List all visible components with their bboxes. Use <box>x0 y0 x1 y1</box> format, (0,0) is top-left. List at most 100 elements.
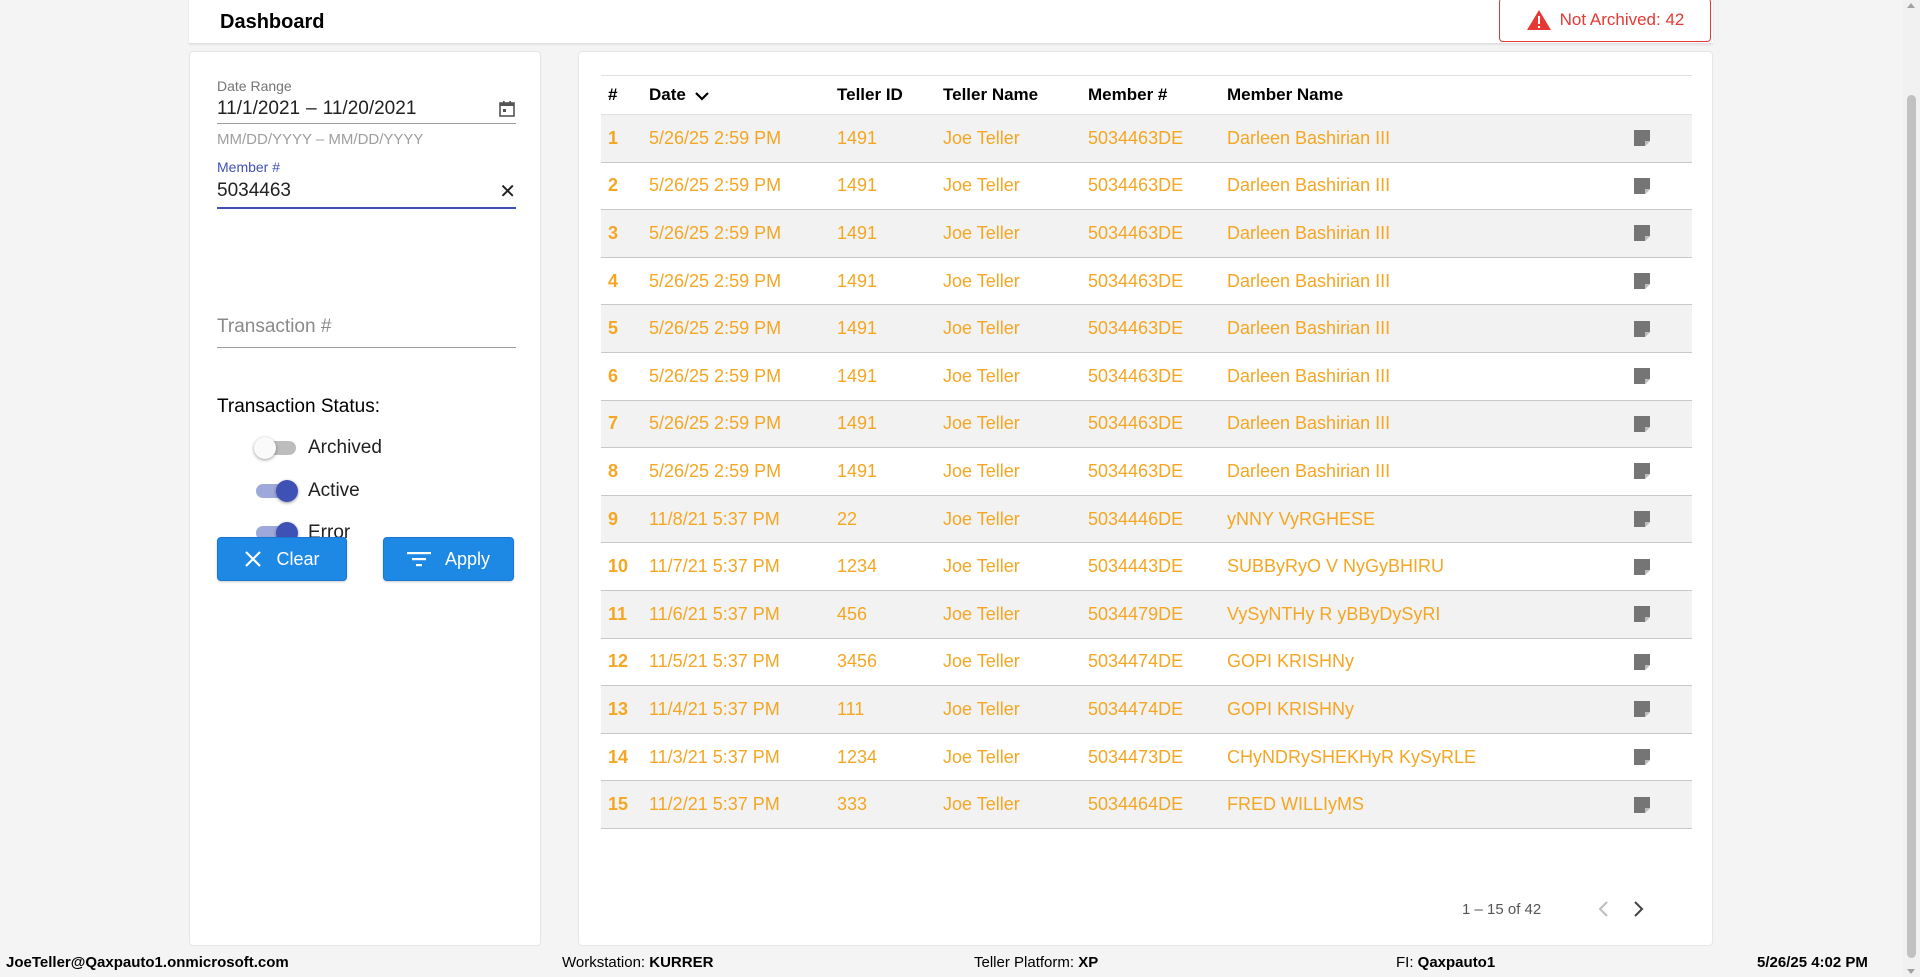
row-action[interactable] <box>1612 320 1672 338</box>
table-row[interactable]: 2 5/26/25 2:59 PM 1491 Joe Teller 5034463DE D… <box>601 163 1692 211</box>
row-action[interactable] <box>1612 653 1672 671</box>
row-action[interactable] <box>1612 177 1672 195</box>
transaction-number-input[interactable]: Transaction # <box>217 302 516 348</box>
col-header-member-name[interactable]: Member Name <box>1227 85 1612 105</box>
row-member-name: FRED WILLIyMS <box>1227 794 1365 815</box>
row-action[interactable] <box>1612 510 1672 528</box>
row-teller-id: 1491 <box>837 413 878 434</box>
table-row[interactable]: 11 11/6/21 5:37 PM 456 Joe Teller 5034479DE V… <box>601 590 1692 639</box>
row-teller-name: Joe Teller <box>943 270 1020 291</box>
col-header-date[interactable]: Date <box>649 85 837 105</box>
row-number: 15 <box>608 794 629 815</box>
row-action[interactable] <box>1612 129 1672 147</box>
col-header-teller-id[interactable]: Teller ID <box>837 85 943 105</box>
note-icon[interactable] <box>1633 605 1651 623</box>
table-row[interactable]: 8 5/26/25 2:59 PM 1491 Joe Teller 5034463DE D… <box>601 448 1692 496</box>
toggle-active-row[interactable]: Active <box>254 479 360 503</box>
note-icon[interactable] <box>1633 367 1651 385</box>
row-member-name: Darleen Bashirian III <box>1227 127 1391 148</box>
row-number: 8 <box>608 460 619 481</box>
note-icon[interactable] <box>1633 796 1651 814</box>
note-icon[interactable] <box>1633 653 1651 671</box>
table-row[interactable]: 1 5/26/25 2:59 PM 1491 Joe Teller 5034463DE D… <box>601 115 1692 163</box>
row-date: 5/26/25 2:59 PM <box>649 365 782 386</box>
row-number: 5 <box>608 318 619 339</box>
row-action[interactable] <box>1612 558 1672 576</box>
row-teller-id: 1491 <box>837 222 878 243</box>
scroll-up-icon[interactable] <box>1907 3 1915 8</box>
row-date: 5/26/25 2:59 PM <box>649 270 782 291</box>
page-title: Dashboard <box>220 11 325 33</box>
scroll-down-icon[interactable] <box>1907 969 1915 974</box>
table-row[interactable]: 14 11/3/21 5:37 PM 1234 Joe Teller 5034473DE… <box>601 734 1692 782</box>
row-action[interactable] <box>1612 462 1672 480</box>
clear-member-icon[interactable]: ✕ <box>499 179 516 204</box>
row-teller-name: Joe Teller <box>943 175 1020 196</box>
row-action[interactable] <box>1612 415 1672 433</box>
toggle-archived-row[interactable]: Archived <box>254 436 382 460</box>
scroll-thumb[interactable] <box>1907 95 1916 958</box>
row-action[interactable] <box>1612 224 1672 242</box>
status-bar: JoeTeller@Qaxpauto1.onmicrosoft.com Work… <box>0 946 1903 977</box>
row-action[interactable] <box>1612 605 1672 623</box>
table-row[interactable]: 3 5/26/25 2:59 PM 1491 Joe Teller 5034463DE D… <box>601 210 1692 258</box>
col-header-date-label: Date <box>649 85 686 104</box>
date-start-input[interactable]: 11/1/2021 <box>217 98 300 120</box>
note-icon[interactable] <box>1633 700 1651 718</box>
table-row[interactable]: 5 5/26/25 2:59 PM 1491 Joe Teller 5034463DE D… <box>601 305 1692 353</box>
row-action[interactable] <box>1612 367 1672 385</box>
sort-desc-icon[interactable] <box>694 91 709 101</box>
chevron-left-icon[interactable] <box>1597 900 1609 918</box>
chevron-right-icon[interactable] <box>1633 900 1645 918</box>
transactions-table: # Date Teller ID Teller Name Member # Me… <box>601 75 1692 829</box>
row-number: 2 <box>608 175 619 196</box>
table-body: 1 5/26/25 2:59 PM 1491 Joe Teller 5034463DE D… <box>601 115 1692 829</box>
row-action[interactable] <box>1612 700 1672 718</box>
note-icon[interactable] <box>1633 272 1651 290</box>
note-icon[interactable] <box>1633 748 1651 766</box>
row-member-name: GOPI KRISHNy <box>1227 651 1355 672</box>
archived-toggle[interactable] <box>254 436 298 460</box>
note-icon[interactable] <box>1633 415 1651 433</box>
row-member-number: 5034473DE <box>1088 746 1184 767</box>
not-archived-alert[interactable]: Not Archived: 42 <box>1499 0 1711 42</box>
note-icon[interactable] <box>1633 558 1651 576</box>
table-row[interactable]: 10 11/7/21 5:37 PM 1234 Joe Teller 5034443DE… <box>601 543 1692 591</box>
calendar-icon[interactable] <box>498 100 516 118</box>
status-fi-value: Qaxpauto1 <box>1417 954 1496 971</box>
table-row[interactable]: 13 11/4/21 5:37 PM 111 Joe Teller 5034474DE G… <box>601 686 1692 734</box>
row-action[interactable] <box>1612 748 1672 766</box>
date-end-input[interactable]: 11/20/2021 <box>323 98 417 120</box>
table-row[interactable]: 4 5/26/25 2:59 PM 1491 Joe Teller 5034463DE D… <box>601 258 1692 306</box>
note-icon[interactable] <box>1633 510 1651 528</box>
row-teller-name: Joe Teller <box>943 222 1020 243</box>
row-action[interactable] <box>1612 796 1672 814</box>
member-number-field[interactable]: Member # 5034463 ✕ <box>217 159 516 209</box>
note-icon[interactable] <box>1633 224 1651 242</box>
note-icon[interactable] <box>1633 462 1651 480</box>
table-row[interactable]: 6 5/26/25 2:59 PM 1491 Joe Teller 5034463DE D… <box>601 353 1692 401</box>
page-scrollbar[interactable] <box>1903 0 1920 977</box>
active-toggle[interactable] <box>254 479 298 503</box>
note-icon[interactable] <box>1633 129 1651 147</box>
apply-button-label: Apply <box>444 548 491 569</box>
note-icon[interactable] <box>1633 320 1651 338</box>
col-header-member-number[interactable]: Member # <box>1088 85 1227 105</box>
table-row[interactable]: 9 11/8/21 5:37 PM 22 Joe Teller 5034446DE yNN… <box>601 495 1692 544</box>
transaction-number-field[interactable]: Transaction # <box>217 302 516 348</box>
clear-button[interactable]: Clear <box>217 537 347 581</box>
table-row[interactable]: 15 11/2/21 5:37 PM 333 Joe Teller 5034464DE F… <box>601 781 1692 829</box>
col-header-teller-name[interactable]: Teller Name <box>943 85 1088 105</box>
row-teller-id: 1491 <box>837 175 878 196</box>
apply-button[interactable]: Apply <box>383 537 514 581</box>
date-range-field[interactable]: Date Range 11/1/2021 – 11/20/2021 MM/DD/… <box>217 78 516 148</box>
member-number-input[interactable]: 5034463 <box>217 180 291 202</box>
row-teller-id: 1234 <box>837 556 878 577</box>
note-icon[interactable] <box>1633 177 1651 195</box>
table-row[interactable]: 7 5/26/25 2:59 PM 1491 Joe Teller 5034463DE D… <box>601 400 1692 449</box>
warning-icon <box>1526 10 1551 30</box>
status-workstation-label: Workstation: <box>562 954 646 971</box>
row-teller-id: 1491 <box>837 318 878 339</box>
row-action[interactable] <box>1612 272 1672 290</box>
table-row[interactable]: 12 11/5/21 5:37 PM 3456 Joe Teller 5034474DE… <box>601 639 1692 687</box>
